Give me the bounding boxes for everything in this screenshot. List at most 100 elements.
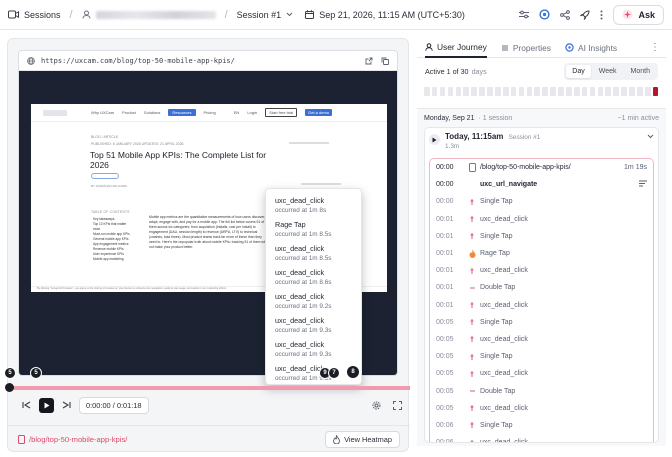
activity-day[interactable] — [526, 86, 533, 96]
settings-icon[interactable] — [372, 401, 381, 410]
more-vertical-icon[interactable] — [600, 10, 603, 20]
activity-day[interactable] — [463, 86, 470, 96]
activity-day[interactable] — [534, 86, 541, 96]
activity-day[interactable] — [637, 86, 643, 96]
activity-day[interactable] — [597, 86, 604, 96]
activity-day[interactable] — [644, 86, 651, 96]
journey-event-row[interactable]: 00:05 uxc_dead_click — [436, 331, 647, 348]
popup-event-item[interactable]: uxc_dead_click occurred at 1m 9.5s — [275, 361, 352, 385]
popup-event-item[interactable]: Rage Tap occurred at 1m 8.5s — [275, 217, 352, 241]
journey-event-row[interactable]: 00:01 uxc_dead_click — [436, 297, 647, 314]
activity-day[interactable] — [447, 86, 454, 96]
activity-day[interactable] — [518, 86, 525, 96]
journey-event-row[interactable]: 00:05 Single Tap — [436, 314, 647, 331]
timeline-track[interactable] — [8, 386, 410, 390]
activity-day[interactable] — [510, 86, 517, 96]
timeline-marker[interactable]: 5 — [4, 367, 16, 379]
activity-day[interactable] — [502, 86, 509, 96]
activity-day[interactable] — [542, 86, 548, 96]
session-play-button[interactable] — [429, 134, 440, 145]
activity-day[interactable] — [471, 86, 477, 96]
journey-event-row[interactable]: 00:06 uxc_dead_click — [436, 434, 647, 442]
activity-day[interactable] — [613, 86, 619, 96]
sessions-breadcrumb[interactable]: Sessions — [8, 10, 61, 20]
adjust-icon[interactable] — [519, 10, 530, 19]
site-nav-item: Start free trial — [265, 108, 298, 117]
journey-event-row[interactable]: 00:01 Double Tap — [436, 279, 647, 296]
timeline-marker-active[interactable]: 8 — [346, 365, 360, 379]
activity-day[interactable] — [431, 86, 438, 96]
journey-event-row[interactable]: 00:05 uxc_dead_click — [436, 365, 647, 382]
session-card-header[interactable]: Today, 11:15am Session #1 1.3m — [429, 132, 654, 156]
open-external-icon[interactable] — [365, 57, 373, 65]
journey-event-row[interactable]: 00:05 Single Tap — [436, 348, 647, 365]
activity-day[interactable] — [566, 86, 572, 96]
activity-day[interactable] — [479, 86, 485, 96]
playhead-handle[interactable] — [5, 383, 14, 392]
popup-event-item[interactable]: uxc_dead_click occurred at 1m 8s — [275, 193, 352, 217]
tab-ai-insights[interactable]: AI Insights — [565, 38, 617, 58]
journey-event-row[interactable]: 00:06 Single Tap — [436, 417, 647, 434]
activity-day[interactable] — [439, 86, 446, 96]
activity-day[interactable] — [589, 86, 596, 96]
filter-icon[interactable] — [639, 180, 647, 189]
popup-event-item[interactable]: uxc_dead_click occurred at 1m 8.5s — [275, 241, 352, 265]
journey-event-row[interactable]: 00:01 Rage Tap — [436, 245, 647, 262]
popup-event-name: uxc_dead_click — [275, 244, 325, 253]
session-selector[interactable]: Session #1 — [237, 10, 294, 20]
page-icon — [18, 435, 25, 444]
journey-event-row[interactable]: 00:01 uxc_dead_click — [436, 211, 647, 228]
site-nav-item: Why UXCam — [91, 110, 115, 115]
tab-properties[interactable]: Properties — [501, 38, 551, 58]
tab-user-journey[interactable]: User Journey — [425, 38, 487, 58]
user-breadcrumb[interactable] — [82, 10, 216, 19]
ask-button[interactable]: Ask — [613, 4, 664, 25]
current-page-link[interactable]: /blog/top-50-mobile-app-kpis/ — [18, 435, 127, 444]
popup-event-time: occurred at 1m 9.5s — [275, 375, 332, 382]
more-vertical-icon[interactable]: ⋮ — [650, 42, 660, 53]
copy-icon[interactable] — [381, 57, 389, 65]
activity-day[interactable] — [558, 86, 564, 96]
journey-event-row[interactable]: 00:00/blog/top-50-mobile-app-kpis/1m 19s — [436, 159, 647, 176]
journey-event-row[interactable]: 00:05 uxc_dead_click — [436, 400, 647, 417]
activity-day[interactable] — [573, 86, 580, 96]
fullscreen-icon[interactable] — [393, 400, 402, 410]
activity-day[interactable] — [550, 86, 556, 96]
activity-day[interactable] — [605, 86, 612, 96]
share-icon[interactable] — [560, 9, 571, 20]
activity-day[interactable] — [495, 86, 501, 96]
popup-event-item[interactable]: uxc_dead_click occurred at 1m 9.2s — [275, 289, 352, 313]
timeline-marker[interactable]: 5 — [30, 367, 42, 379]
play-button[interactable] — [39, 397, 54, 413]
activity-day[interactable] — [621, 86, 627, 96]
range-option-week[interactable]: Week — [593, 65, 623, 78]
view-heatmap-button[interactable]: View Heatmap — [325, 431, 400, 448]
player-controls: 0:00:00 / 0:01:18 — [22, 396, 402, 414]
skip-forward-icon[interactable] — [62, 401, 71, 409]
timeline-marker[interactable]: 7 — [328, 367, 340, 379]
popup-event-item[interactable]: uxc_dead_click occurred at 1m 9.3s — [275, 313, 352, 337]
activity-day[interactable] — [455, 86, 462, 96]
journey-event-row[interactable]: 00:01 uxc_dead_click — [436, 262, 647, 279]
journey-event-row[interactable]: 00:00 Single Tap — [436, 193, 647, 210]
chevron-down-icon[interactable] — [647, 132, 654, 141]
activity-day[interactable] — [629, 86, 635, 96]
tab-label: AI Insights — [577, 42, 618, 53]
activity-day[interactable] — [581, 86, 588, 96]
site-toc: Key takeaways Top 10 KPIs that matter mo… — [93, 217, 133, 262]
popup-event-item[interactable]: uxc_dead_click occurred at 1m 8.6s — [275, 265, 352, 289]
activity-day[interactable] — [487, 86, 493, 96]
activity-day[interactable] — [424, 86, 430, 96]
journey-event-row[interactable]: 00:05 Double Tap — [436, 382, 647, 399]
range-option-month[interactable]: Month — [625, 65, 656, 78]
event-name: Double Tap — [480, 387, 516, 395]
journey-event-row[interactable]: 00:00 uxc_url_navigate — [436, 176, 647, 193]
rocket-icon[interactable] — [580, 9, 590, 20]
range-option-day[interactable]: Day — [566, 64, 591, 78]
redacted-user-id — [95, 10, 216, 19]
popup-event-item[interactable]: uxc_dead_click occurred at 1m 9.3s — [275, 337, 352, 361]
activity-day-active[interactable] — [652, 86, 659, 96]
integration-icon[interactable] — [539, 9, 551, 20]
skip-back-icon[interactable] — [22, 401, 31, 409]
journey-event-row[interactable]: 00:01 Single Tap — [436, 228, 647, 245]
